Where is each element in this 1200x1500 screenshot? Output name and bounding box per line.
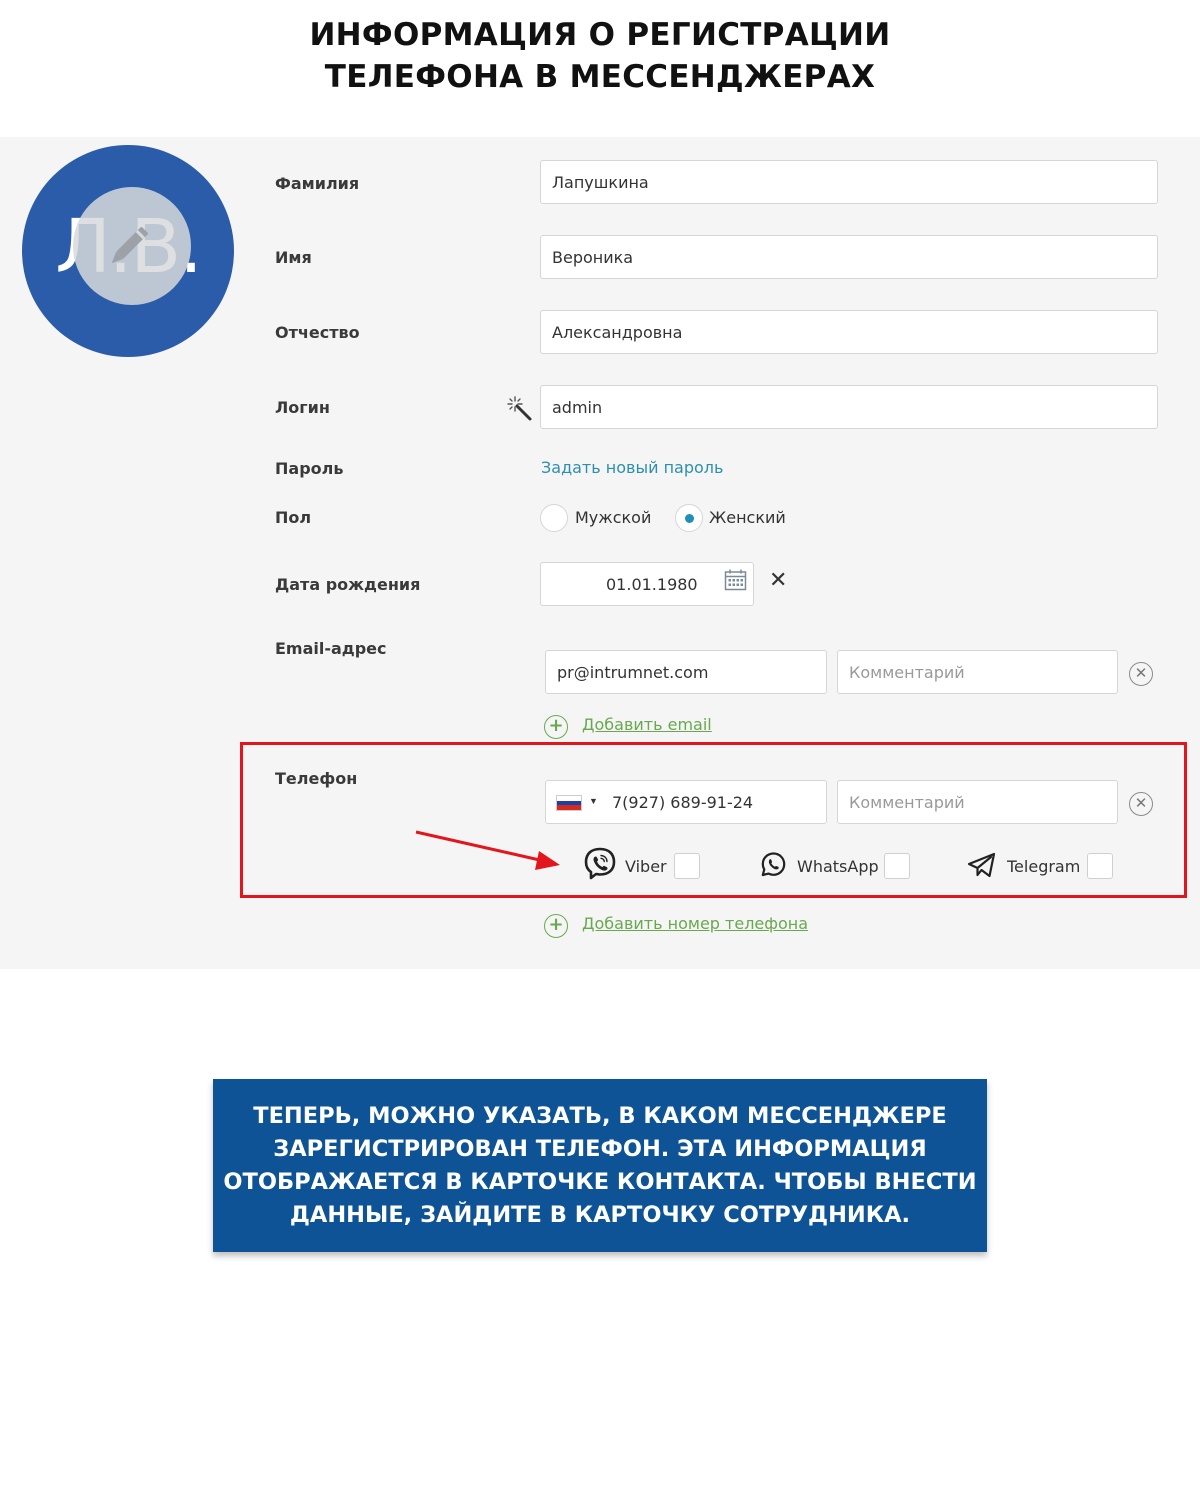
add-email-link[interactable]: Добавить email bbox=[582, 715, 712, 734]
set-new-password-link[interactable]: Задать новый пароль bbox=[541, 458, 723, 477]
page-title-line-2: ТЕЛЕФОНА В МЕССЕНДЖЕРАХ bbox=[324, 59, 876, 95]
telegram-checkbox[interactable] bbox=[1087, 853, 1113, 879]
add-phone-link[interactable]: Добавить номер телефона bbox=[582, 914, 808, 933]
surname-input[interactable]: Лапушкина bbox=[540, 160, 1158, 204]
country-dropdown-caret-icon[interactable]: ▼ bbox=[589, 796, 598, 806]
gender-female-radio[interactable] bbox=[675, 504, 703, 532]
russia-flag-icon[interactable] bbox=[556, 795, 582, 811]
info-line-2: ЗАРЕГИСТРИРОВАН ТЕЛЕФОН. ЭТА ИНФОРМАЦИЯ bbox=[273, 1135, 927, 1162]
login-input[interactable]: admin bbox=[540, 385, 1158, 429]
phone-comment-input[interactable]: Комментарий bbox=[837, 780, 1118, 824]
phone-input[interactable]: 7(927) 689-91-24 bbox=[545, 780, 827, 824]
whatsapp-label: WhatsApp bbox=[797, 857, 879, 876]
birthdate-clear-button[interactable]: ✕ bbox=[769, 568, 787, 593]
birthdate-input[interactable]: 01.01.1980 bbox=[540, 562, 754, 606]
password-label: Пароль bbox=[275, 459, 344, 478]
telegram-icon bbox=[967, 852, 996, 878]
calendar-icon[interactable] bbox=[724, 569, 747, 591]
patronymic-label: Отчество bbox=[275, 323, 360, 342]
surname-label: Фамилия bbox=[275, 174, 360, 193]
login-label: Логин bbox=[275, 398, 330, 417]
pencil-icon[interactable] bbox=[100, 219, 156, 275]
viber-label: Viber bbox=[625, 857, 667, 876]
name-label: Имя bbox=[275, 248, 312, 267]
phone-value: 7(927) 689-91-24 bbox=[612, 792, 754, 812]
gender-male-radio[interactable] bbox=[540, 504, 568, 532]
email-label: Email-адрес bbox=[275, 639, 387, 658]
add-phone-icon[interactable]: + bbox=[544, 914, 568, 938]
page-title: ИНФОРМАЦИЯ О РЕГИСТРАЦИИ ТЕЛЕФОНА В МЕСС… bbox=[0, 14, 1200, 98]
name-input[interactable]: Вероника bbox=[540, 235, 1158, 279]
email-input[interactable]: pr@intrumnet.com bbox=[545, 650, 827, 694]
viber-icon bbox=[584, 847, 616, 880]
info-line-4: ДАННЫЕ, ЗАЙДИТЕ В КАРТОЧКУ СОТРУДНИКА. bbox=[289, 1201, 911, 1228]
birthdate-label: Дата рождения bbox=[275, 575, 421, 594]
email-remove-button[interactable]: ✕ bbox=[1129, 662, 1153, 686]
info-line-1: ТЕПЕРЬ, МОЖНО УКАЗАТЬ, В КАКОМ МЕССЕНДЖЕ… bbox=[253, 1102, 947, 1129]
info-line-3: ОТОБРАЖАЕТСЯ В КАРТОЧКЕ КОНТАКТА. ЧТОБЫ … bbox=[223, 1168, 977, 1195]
birthdate-value: 01.01.1980 bbox=[606, 574, 698, 594]
gender-male-label[interactable]: Мужской bbox=[575, 508, 651, 527]
phone-label: Телефон bbox=[275, 769, 358, 788]
telegram-label: Telegram bbox=[1007, 857, 1081, 876]
info-banner: ТЕПЕРЬ, МОЖНО УКАЗАТЬ, В КАКОМ МЕССЕНДЖЕ… bbox=[213, 1079, 987, 1252]
patronymic-input[interactable]: Александровна bbox=[540, 310, 1158, 354]
page-title-line-1: ИНФОРМАЦИЯ О РЕГИСТРАЦИИ bbox=[309, 17, 891, 53]
magic-wand-icon[interactable] bbox=[507, 396, 533, 422]
add-email-icon[interactable]: + bbox=[544, 715, 568, 739]
phone-remove-button[interactable]: ✕ bbox=[1129, 792, 1153, 816]
red-arrow-icon bbox=[415, 830, 560, 870]
whatsapp-icon bbox=[761, 852, 786, 877]
gender-female-label[interactable]: Женский bbox=[709, 508, 786, 527]
whatsapp-checkbox[interactable] bbox=[884, 853, 910, 879]
avatar[interactable]: Л.В. bbox=[22, 145, 234, 357]
email-comment-input[interactable]: Комментарий bbox=[837, 650, 1118, 694]
viber-checkbox[interactable] bbox=[674, 853, 700, 879]
gender-label: Пол bbox=[275, 508, 312, 527]
